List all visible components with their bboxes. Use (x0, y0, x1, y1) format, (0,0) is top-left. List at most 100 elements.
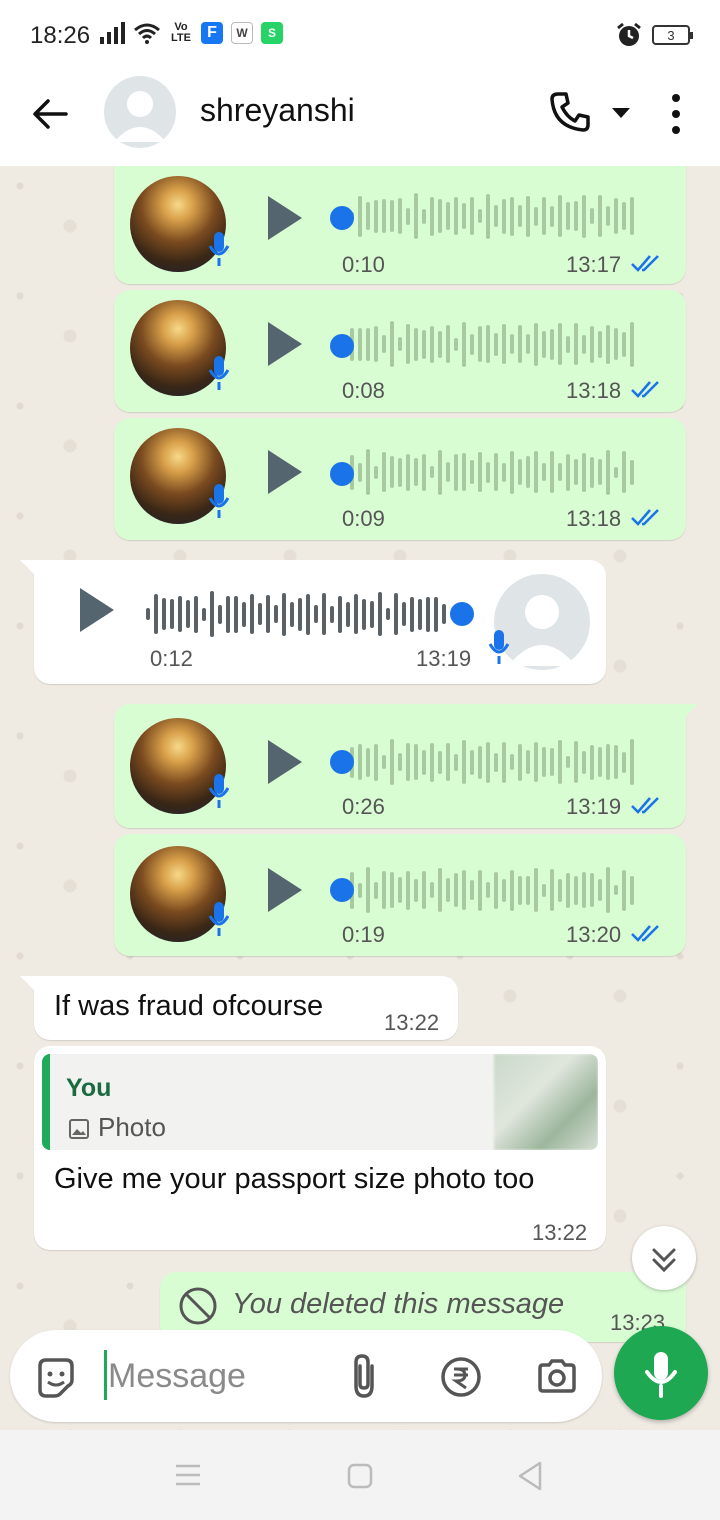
playback-position[interactable] (450, 602, 474, 626)
voice-message: 0:10 13:17 (114, 166, 686, 284)
waveform-bar (382, 871, 386, 909)
waveform-bar (438, 199, 442, 233)
waveform-bar (414, 327, 418, 361)
waveform-bar (558, 878, 562, 902)
waveform-bar (574, 875, 578, 905)
waveform-bar (346, 601, 350, 627)
default-avatar-icon (114, 91, 166, 142)
play-button-icon[interactable] (264, 738, 304, 786)
waveform-bar (398, 198, 402, 234)
waveform-bar (534, 206, 538, 226)
waveform-bar (358, 882, 362, 898)
waveform[interactable] (350, 316, 634, 372)
chat-area[interactable]: 0:10 13:17 0:08 13:18 0:09 13:18 0:12 13… (0, 166, 720, 1430)
waveform[interactable] (350, 444, 634, 500)
waveform-bar (210, 591, 214, 637)
waveform-bar (566, 756, 570, 768)
attach-icon[interactable] (346, 1352, 382, 1400)
message-time: 13:18 (566, 378, 622, 403)
playback-position[interactable] (330, 878, 354, 902)
waveform-bar (390, 200, 394, 232)
waveform-bar (398, 877, 402, 903)
waveform-bar (518, 325, 522, 363)
waveform-bar (558, 463, 562, 481)
waveform-bar (590, 208, 594, 224)
record-voice-button[interactable] (614, 1326, 708, 1420)
back-nav-icon[interactable] (516, 1460, 544, 1492)
waveform-bar (374, 881, 378, 899)
waveform-bar (518, 875, 522, 905)
waveform-bar (550, 328, 554, 360)
waveform-bar (406, 743, 410, 781)
camera-icon[interactable] (536, 1358, 578, 1394)
waveform-bar (486, 193, 490, 239)
waveform-bar (598, 747, 602, 777)
waveform-bar (502, 741, 506, 783)
chat-header: shreyanshi (0, 70, 720, 166)
waveform[interactable] (350, 862, 634, 918)
playback-position[interactable] (330, 334, 354, 358)
waveform-bar (614, 328, 618, 360)
waveform-bar (502, 324, 506, 364)
message-input[interactable] (108, 1348, 308, 1404)
voice-duration: 0:19 (342, 922, 385, 947)
waveform-bar (478, 326, 482, 362)
quoted-message[interactable]: You Photo (42, 1054, 598, 1150)
home-nav-icon[interactable] (346, 1462, 374, 1490)
waveform-bar (542, 883, 546, 897)
read-ticks-icon (631, 381, 659, 398)
menu-nav-icon[interactable] (174, 1462, 202, 1488)
contact-name[interactable]: shreyanshi (200, 92, 355, 129)
sticker-emoji-icon[interactable] (34, 1356, 78, 1400)
waveform-bar (598, 330, 602, 358)
waveform-bar (430, 196, 434, 236)
contact-avatar[interactable] (104, 76, 176, 148)
waveform-bar (374, 199, 378, 233)
waveform-bar (478, 452, 482, 492)
back-arrow-icon[interactable] (28, 92, 72, 136)
waveform-bar (550, 205, 554, 227)
waveform-bar (398, 457, 402, 487)
mic-icon (488, 630, 510, 664)
mic-icon (645, 1352, 677, 1398)
scroll-to-bottom-button[interactable] (632, 1226, 696, 1290)
waveform-bar (582, 194, 586, 238)
waveform-bar (494, 453, 498, 491)
alarm-icon (617, 22, 641, 46)
waveform-bar (186, 600, 190, 628)
waveform-bar (606, 744, 610, 780)
waveform-bar (606, 206, 610, 226)
waveform-bar (462, 453, 466, 491)
waveform-bar (382, 199, 386, 233)
play-button-icon[interactable] (264, 448, 304, 496)
waveform-bar (566, 453, 570, 491)
more-options-icon[interactable] (664, 92, 688, 136)
waveform-bar (566, 202, 570, 230)
voice-call-icon[interactable] (548, 90, 592, 134)
play-button-icon[interactable] (264, 866, 304, 914)
payment-rupee-icon[interactable] (440, 1356, 482, 1398)
waveform-bar (574, 201, 578, 231)
call-menu-caret-icon[interactable] (610, 106, 632, 120)
waveform-bar (526, 750, 530, 774)
waveform[interactable] (350, 734, 634, 790)
whatsapp-app-icon: S (261, 22, 283, 44)
waveform-bar (146, 608, 150, 620)
play-button-icon[interactable] (76, 586, 116, 634)
waveform-bar (542, 330, 546, 358)
play-button-icon[interactable] (264, 194, 304, 242)
playback-position[interactable] (330, 206, 354, 230)
playback-position[interactable] (330, 462, 354, 486)
waveform-bar (606, 324, 610, 364)
w-app-icon: W (231, 22, 253, 44)
voice-message-incoming: 0:12 13:19 (20, 560, 606, 684)
waveform-bar (606, 449, 610, 495)
play-button-icon[interactable] (264, 320, 304, 368)
waveform[interactable] (350, 188, 634, 244)
waveform-bar (402, 602, 406, 626)
playback-position[interactable] (330, 750, 354, 774)
waveform[interactable] (146, 586, 446, 642)
waveform-bar (534, 322, 538, 366)
waveform-bar (386, 608, 390, 620)
waveform-bar (274, 605, 278, 623)
